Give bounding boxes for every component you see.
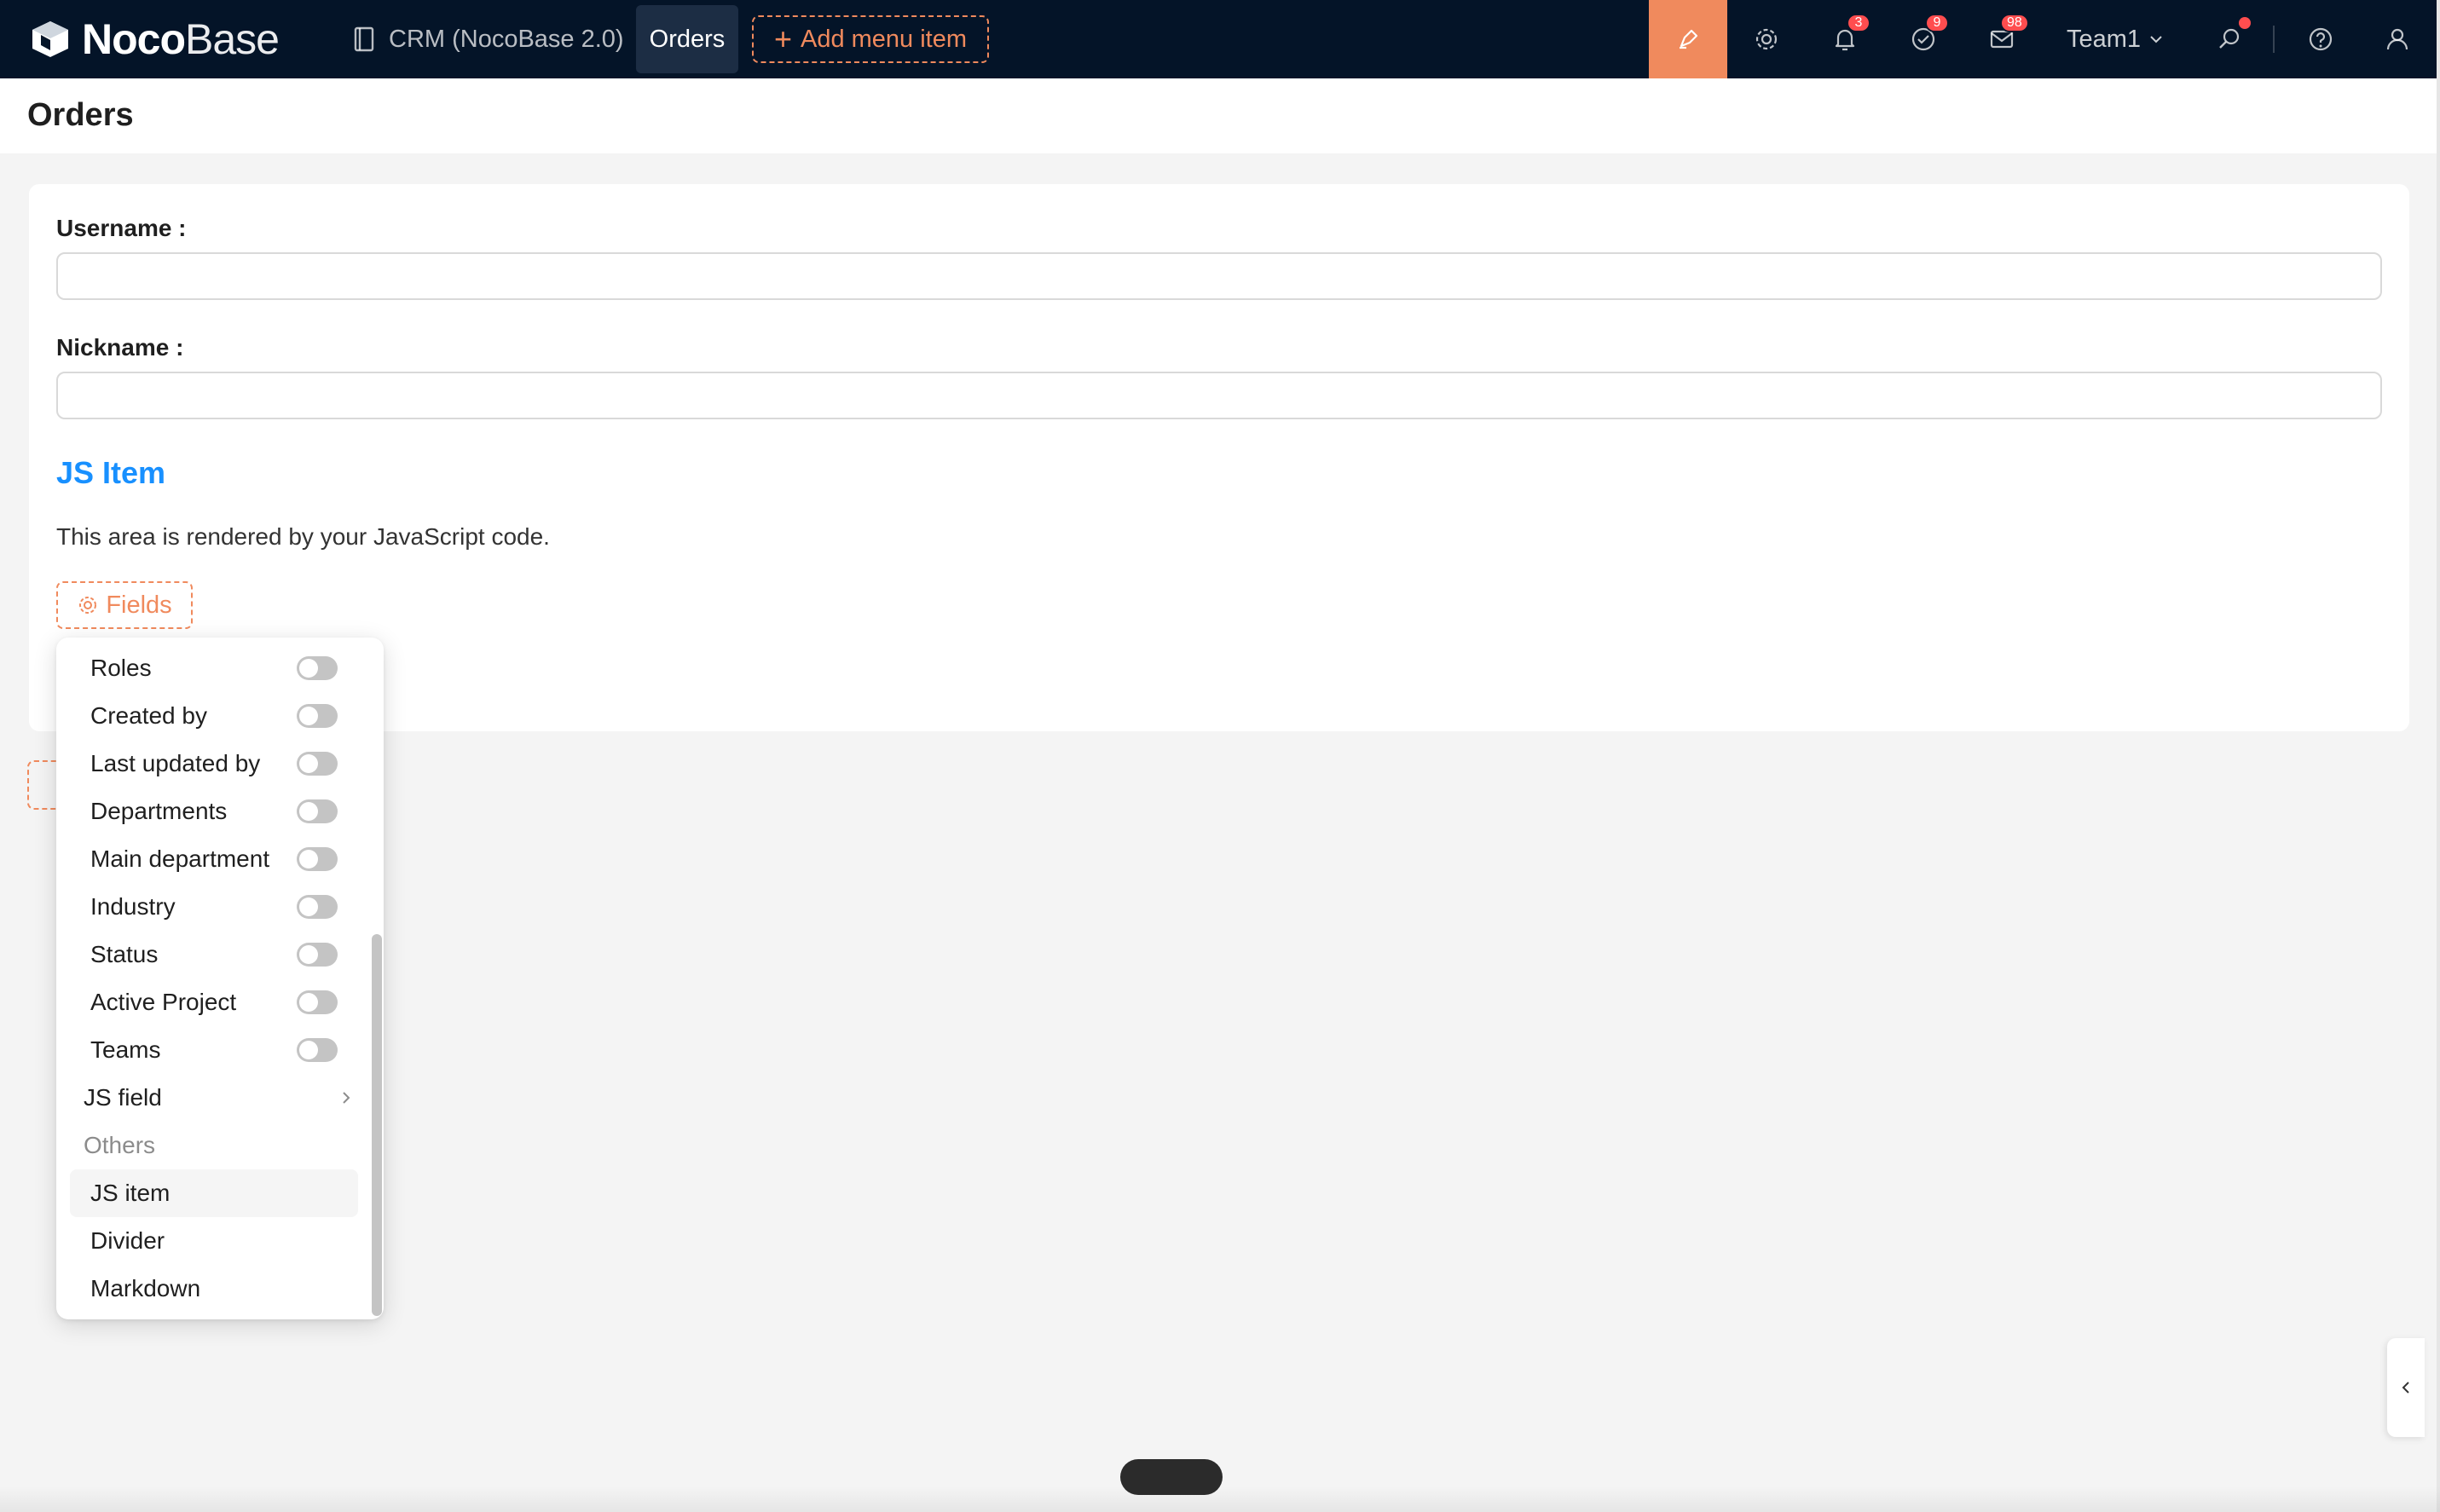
team-name: Team1 [2067,25,2142,53]
messages-badge: 98 [2000,14,2029,32]
menu-item-status[interactable]: Status [70,931,358,978]
menu-item-markdown[interactable]: Markdown [70,1265,358,1313]
menu-item-last-updated-by[interactable]: Last updated by [70,740,358,788]
menu-item-divider[interactable]: Divider [70,1217,358,1265]
top-navigation-bar: Noco Base CRM (NocoBase 2.0) Orders + Ad… [0,0,2440,78]
menu-item-crm-label: CRM (NocoBase 2.0) [389,25,624,53]
logo-cube-icon [32,21,68,57]
status-switch[interactable] [297,943,338,967]
ui-editor-icon [1680,29,1698,49]
main-department-switch[interactable] [297,847,338,871]
menu-item-main-department[interactable]: Main department [70,835,358,883]
active-project-switch[interactable] [297,990,338,1014]
bottom-shade [0,1486,2440,1512]
page-title: Orders [27,97,134,133]
tasks-button[interactable]: 9 [1884,0,1963,78]
fields-button-label: Fields [106,591,172,619]
menu-item-departments[interactable]: Departments [70,788,358,835]
industry-switch[interactable] [297,895,338,919]
plus-icon: + [773,21,792,56]
home-indicator [1120,1459,1223,1495]
chevron-right-icon [343,1092,350,1104]
menu-item-label: Created by [90,702,207,729]
settings-icon [1755,28,1778,50]
js-item-title: JS Item [56,455,166,490]
user-icon [2386,28,2408,50]
gear-icon [79,597,97,614]
dropdown-scrollbar[interactable] [372,934,382,1316]
form-card: Username : Nickname : JS Item This area … [29,184,2409,731]
tasks-badge: 9 [1925,14,1949,32]
menu-item-label: Markdown [90,1275,201,1301]
menu-item-label: Last updated by [90,750,261,776]
menu-item-orders-label: Orders [649,25,726,53]
book-icon [354,26,374,52]
menu-group-others: Others [84,1132,156,1158]
logo-text-bold: Noco [82,15,186,63]
username-label: Username : [56,215,187,241]
chevron-down-icon [2150,36,2162,43]
user-profile-button[interactable] [2358,0,2437,78]
settings-button[interactable] [1727,0,1806,78]
nocobase-logo[interactable]: Noco Base [27,15,280,63]
page-header: Orders [0,78,2440,153]
menu-item-active-project[interactable]: Active Project [70,978,358,1026]
teams-switch[interactable] [297,1038,338,1062]
menu-item-label: Status [90,941,159,967]
created-by-switch[interactable] [297,704,338,728]
menu-item-label: Roles [90,655,152,681]
menu-item-label: Industry [90,893,176,920]
menu-item-label: Main department [90,845,270,872]
notifications-badge: 3 [1847,14,1870,32]
menu-item-label: Divider [90,1227,165,1254]
nickname-label: Nickname : [56,334,184,361]
window-edge [2437,0,2440,1512]
help-button[interactable] [2281,0,2360,78]
menu-item-roles[interactable]: Roles [70,644,358,692]
menu-item-label: Teams [90,1036,161,1063]
menu-item-label: Active Project [90,989,237,1015]
search-button[interactable] [2189,0,2268,78]
menu-item-label: JS item [90,1180,171,1206]
notifications-button[interactable]: 3 [1806,0,1884,78]
menu-item-teams[interactable]: Teams [70,1026,358,1074]
roles-switch[interactable] [297,656,338,680]
search-notification-dot [2239,17,2251,29]
menu-item-industry[interactable]: Industry [70,883,358,931]
search-icon [2219,28,2240,49]
fields-dropdown-menu: Roles Created by Last updated by Departm… [56,638,384,1319]
menu-item-js-item[interactable]: JS item [70,1169,358,1217]
team-switcher[interactable]: Team1 [2067,15,2165,63]
fields-button[interactable]: Fields [56,581,193,629]
last-updated-by-switch[interactable] [297,752,338,776]
chevron-left-icon [2402,1382,2409,1394]
departments-switch[interactable] [297,799,338,823]
username-input[interactable] [56,252,2382,300]
add-menu-item-label: Add menu item [800,25,968,53]
messages-button[interactable]: 98 [1963,0,2041,78]
nickname-input[interactable] [56,372,2382,419]
menu-item-orders[interactable]: Orders [636,5,738,73]
menu-item-created-by[interactable]: Created by [70,692,358,740]
help-icon [2309,27,2333,51]
menu-item-crm[interactable]: CRM (NocoBase 2.0) [353,15,624,63]
js-item-description: This area is rendered by your JavaScript… [56,523,550,550]
add-menu-item-button[interactable]: + Add menu item [752,15,989,63]
ui-editor-button[interactable] [1649,0,1727,78]
menu-item-label: JS field [84,1084,162,1111]
logo-text-light: Base [185,15,280,63]
menu-item-label: Departments [90,798,228,824]
collapse-panel-button[interactable] [2387,1338,2425,1437]
topbar-divider [2273,26,2275,53]
menu-item-js-field[interactable]: JS field [70,1074,358,1122]
